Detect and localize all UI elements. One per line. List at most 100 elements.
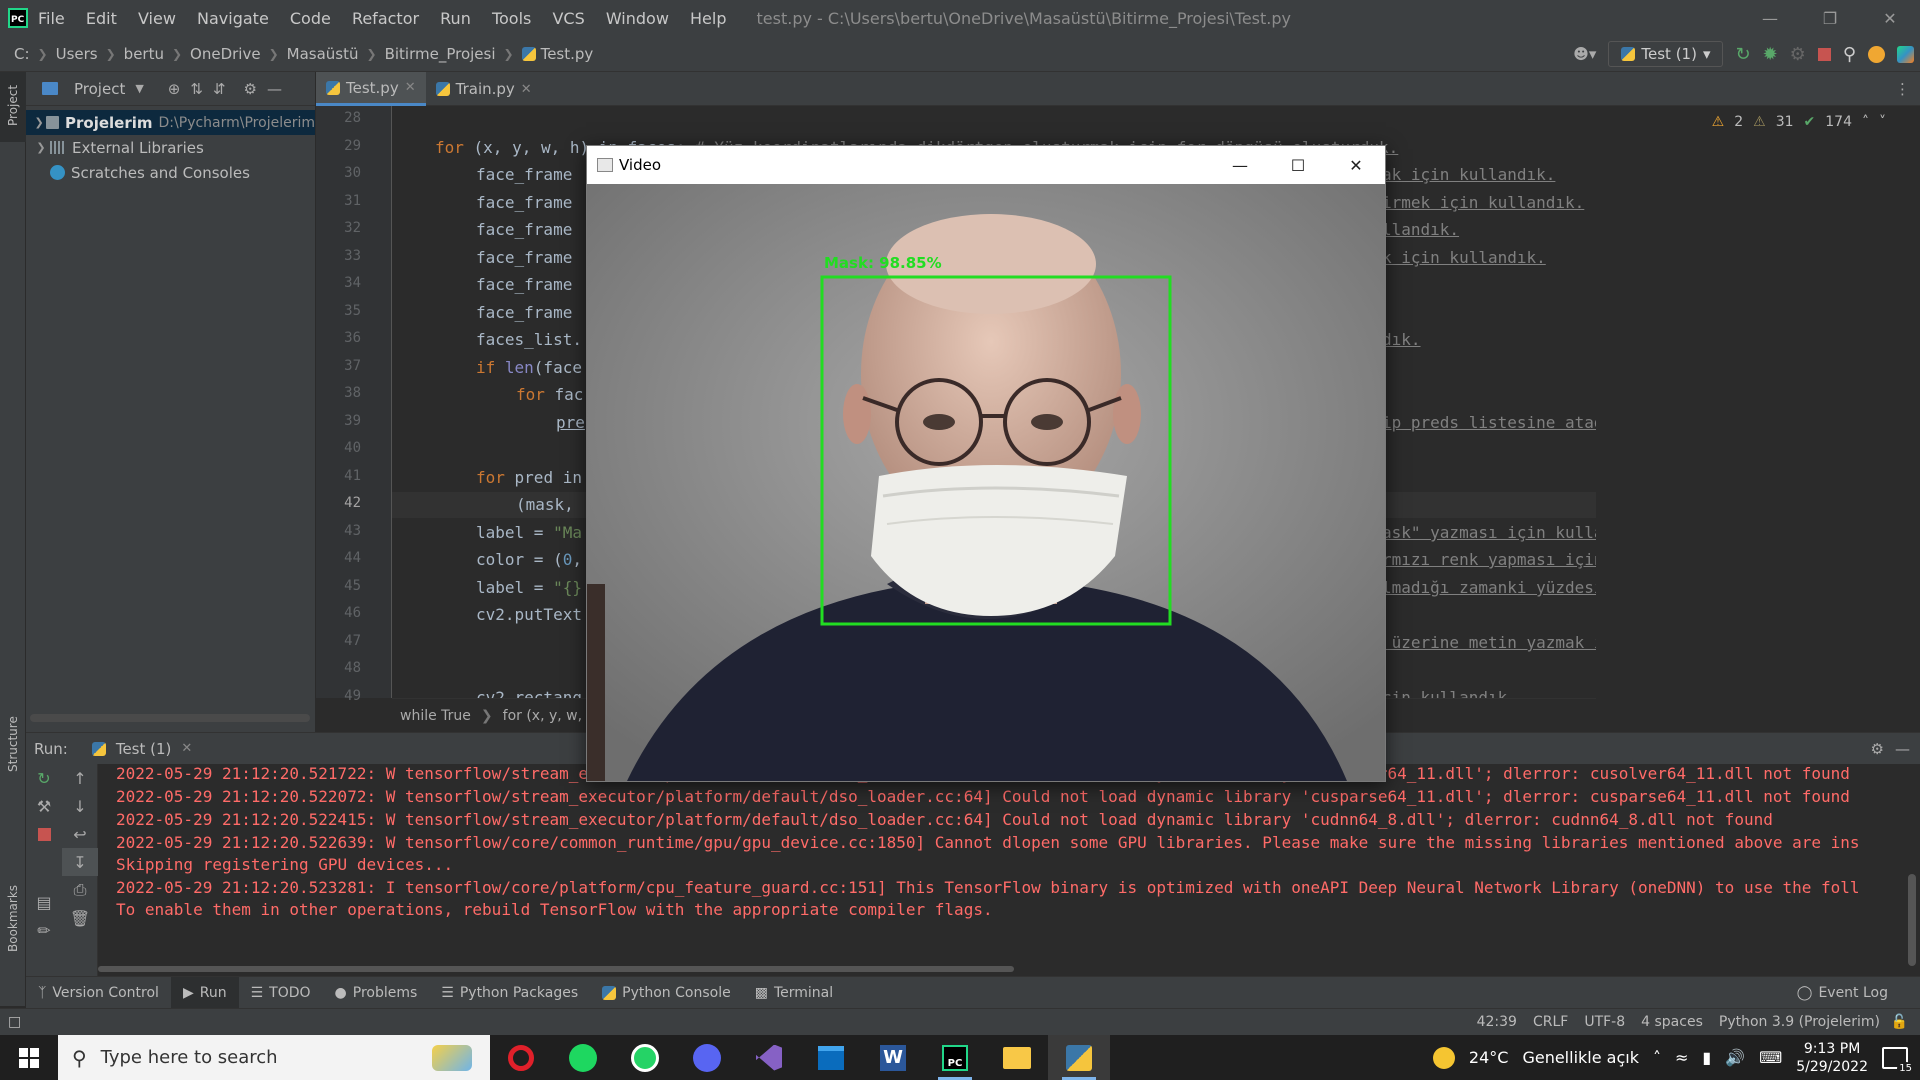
jetbrains-icon[interactable] bbox=[1897, 45, 1914, 63]
wifi-icon[interactable]: ≈ bbox=[1675, 1048, 1688, 1067]
project-view-label[interactable]: Project bbox=[74, 80, 125, 98]
wrench-icon[interactable]: ⚒ bbox=[26, 792, 62, 820]
file-encoding[interactable]: UTF-8 bbox=[1584, 1014, 1625, 1030]
tab-todo[interactable]: ☰ TODO bbox=[239, 977, 323, 1009]
volume-icon[interactable]: 🔊 bbox=[1725, 1048, 1745, 1067]
collapse-all-icon[interactable]: ⇵ bbox=[213, 80, 226, 98]
horizontal-scrollbar[interactable] bbox=[30, 714, 310, 722]
user-icon[interactable]: ☻▾ bbox=[1573, 45, 1596, 63]
menu-view[interactable]: View bbox=[138, 9, 176, 28]
start-button[interactable] bbox=[0, 1035, 58, 1080]
structure-tool-tab[interactable]: Structure bbox=[6, 716, 20, 772]
opera-app[interactable] bbox=[490, 1035, 552, 1080]
coverage-icon[interactable]: ⚙ bbox=[1790, 44, 1806, 65]
menu-navigate[interactable]: Navigate bbox=[197, 9, 269, 28]
scroll-end-icon[interactable]: ↧ bbox=[62, 848, 98, 876]
menu-vcs[interactable]: VCS bbox=[552, 9, 584, 28]
soft-wrap-icon[interactable]: ↩ bbox=[62, 820, 98, 848]
minimize-icon[interactable]: — bbox=[1211, 146, 1269, 184]
console-horizontal-scrollbar[interactable] bbox=[98, 966, 1014, 972]
file-explorer-app[interactable] bbox=[986, 1035, 1048, 1080]
whatsapp-app[interactable] bbox=[614, 1035, 676, 1080]
chevron-down-icon[interactable]: ▼ bbox=[135, 82, 143, 95]
menu-tools[interactable]: Tools bbox=[492, 9, 531, 28]
layout-toggle-icon[interactable]: □ bbox=[8, 1014, 21, 1030]
close-tab-icon[interactable]: ✕ bbox=[181, 741, 192, 756]
tab-test-py[interactable]: Test.py ✕ bbox=[316, 72, 426, 106]
project-tool-tab[interactable]: Project bbox=[6, 85, 20, 126]
crumb-file[interactable]: Test.py bbox=[541, 45, 594, 63]
gear-icon[interactable]: ⚙ bbox=[244, 80, 257, 98]
close-icon[interactable]: ✕ bbox=[1327, 146, 1385, 184]
tab-terminal[interactable]: ▩ Terminal bbox=[743, 977, 845, 1009]
chevron-up-icon[interactable]: ˄ bbox=[1653, 1048, 1661, 1067]
word-app[interactable]: W bbox=[862, 1035, 924, 1080]
line-separator[interactable]: CRLF bbox=[1533, 1014, 1568, 1030]
rerun-icon[interactable]: ↻ bbox=[26, 764, 62, 792]
weather-icon[interactable] bbox=[1432, 1046, 1455, 1069]
print-icon[interactable]: ⎙ bbox=[62, 876, 98, 904]
video-title-bar[interactable]: Video — ☐ ✕ bbox=[587, 146, 1385, 184]
arrow-down-icon[interactable]: ↓ bbox=[62, 792, 98, 820]
tree-item-projelerim[interactable]: ❯ Projelerim D:\Pycharm\Projelerim bbox=[26, 110, 315, 135]
stop-icon[interactable] bbox=[1817, 47, 1831, 61]
run-config-selector[interactable]: Test (1) ▾ bbox=[1608, 41, 1724, 67]
menu-file[interactable]: File bbox=[38, 9, 65, 28]
stop-icon[interactable] bbox=[26, 820, 62, 848]
python-app[interactable] bbox=[1048, 1035, 1110, 1080]
crumb-onedrive[interactable]: OneDrive bbox=[190, 45, 261, 63]
pin-icon[interactable]: ✏ bbox=[26, 916, 62, 944]
update-icon[interactable] bbox=[1868, 45, 1885, 63]
pycharm-app[interactable]: PC bbox=[924, 1035, 986, 1080]
notification-center[interactable]: 15 bbox=[1882, 1046, 1914, 1075]
battery-icon[interactable]: ▮ bbox=[1702, 1048, 1711, 1067]
crumb-users[interactable]: Users bbox=[56, 45, 98, 63]
tab-train-py[interactable]: Train.py ✕ bbox=[426, 72, 542, 106]
run-tab-label[interactable]: Test (1) bbox=[116, 740, 172, 758]
discord-app[interactable] bbox=[676, 1035, 738, 1080]
taskbar-search[interactable]: ⚲ Type here to search bbox=[58, 1035, 490, 1080]
crumb-drive[interactable]: C: bbox=[14, 45, 30, 63]
chevron-up-icon[interactable]: ˄ bbox=[1862, 114, 1869, 130]
minimize-icon[interactable]: — bbox=[1740, 0, 1800, 36]
arrow-up-icon[interactable]: ↑ bbox=[62, 764, 98, 792]
search-icon[interactable]: ⚲ bbox=[1843, 44, 1856, 65]
indent-setting[interactable]: 4 spaces bbox=[1641, 1014, 1703, 1030]
vertical-scrollbar[interactable] bbox=[1908, 874, 1916, 966]
menu-run[interactable]: Run bbox=[440, 9, 471, 28]
debug-icon[interactable]: ✹ bbox=[1763, 44, 1778, 65]
store-app[interactable] bbox=[800, 1035, 862, 1080]
weather-temp[interactable]: 24°C bbox=[1469, 1048, 1509, 1067]
menu-window[interactable]: Window bbox=[606, 9, 669, 28]
tab-run[interactable]: ▶ Run bbox=[170, 976, 239, 1009]
tab-version-control[interactable]: ᛉ Version Control bbox=[26, 977, 171, 1009]
caret-position[interactable]: 42:39 bbox=[1477, 1014, 1517, 1030]
tree-item-scratches[interactable]: Scratches and Consoles bbox=[26, 160, 315, 185]
crumb-project[interactable]: Bitirme_Projesi bbox=[385, 45, 496, 63]
crumb-while[interactable]: while True bbox=[400, 708, 471, 724]
locate-icon[interactable]: ⊕ bbox=[168, 80, 181, 98]
console-output[interactable]: 2022-05-29 21:12:20.521722: W tensorflow… bbox=[98, 764, 1920, 976]
crumb-user[interactable]: bertu bbox=[124, 45, 164, 63]
spotify-app[interactable] bbox=[552, 1035, 614, 1080]
trash-icon[interactable]: 🗑 bbox=[62, 904, 98, 932]
clock[interactable]: 9:13 PM 5/29/2022 bbox=[1796, 1040, 1868, 1076]
menu-help[interactable]: Help bbox=[690, 9, 726, 28]
tree-item-external-libraries[interactable]: ❯ External Libraries bbox=[26, 135, 315, 160]
close-tab-icon[interactable]: ✕ bbox=[405, 80, 416, 95]
hide-icon[interactable]: — bbox=[267, 80, 282, 98]
more-icon[interactable]: ⋮ bbox=[1895, 80, 1910, 98]
video-window[interactable]: Video — ☐ ✕ Mask: 98.85% bbox=[586, 145, 1386, 782]
tab-python-console[interactable]: Python Console bbox=[590, 977, 743, 1009]
close-icon[interactable]: ✕ bbox=[1860, 0, 1920, 36]
layout-icon[interactable]: ▤ bbox=[26, 888, 62, 916]
tab-problems[interactable]: ● Problems bbox=[323, 977, 430, 1009]
close-tab-icon[interactable]: ✕ bbox=[521, 82, 532, 97]
inspection-widget[interactable]: ⚠ 2 ⚠ 31 ✔ 174 ˄ ˅ bbox=[1712, 114, 1886, 130]
lock-icon[interactable]: 🔓 bbox=[1891, 1014, 1908, 1030]
tab-python-packages[interactable]: ☰ Python Packages bbox=[429, 977, 590, 1009]
bookmarks-tool-tab[interactable]: Bookmarks bbox=[6, 885, 20, 952]
event-log[interactable]: ◯ Event Log bbox=[1785, 977, 1900, 1009]
visual-studio-app[interactable] bbox=[738, 1035, 800, 1080]
chevron-down-icon[interactable]: ˅ bbox=[1879, 114, 1886, 130]
